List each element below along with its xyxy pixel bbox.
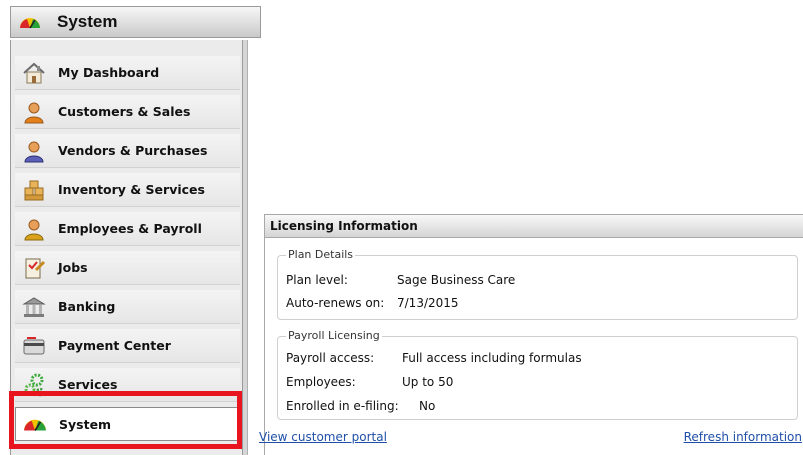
nav-item-employees-payroll[interactable]: Employees & Payroll bbox=[15, 212, 240, 246]
gears-icon bbox=[21, 372, 47, 398]
nav-item-label: Customers & Sales bbox=[58, 104, 191, 119]
nav-item-services[interactable]: Services bbox=[15, 368, 240, 402]
person-icon bbox=[21, 138, 47, 164]
licensing-panel: Licensing Information Plan Details Plan … bbox=[259, 214, 803, 455]
auto-renews-value: 7/13/2015 bbox=[397, 296, 459, 310]
nav-item-inventory-services[interactable]: Inventory & Services bbox=[15, 173, 240, 207]
bank-icon bbox=[21, 294, 47, 320]
payroll-licensing-group: Payroll Licensing Payroll access: Full a… bbox=[277, 329, 798, 420]
boxes-icon bbox=[21, 177, 47, 203]
payroll-access-row: Payroll access: Full access including fo… bbox=[286, 351, 582, 365]
nav-item-label: Payment Center bbox=[58, 338, 171, 353]
licensing-title: Licensing Information bbox=[270, 219, 418, 233]
plan-details-legend: Plan Details bbox=[286, 248, 356, 261]
employees-value: Up to 50 bbox=[402, 375, 454, 389]
plan-level-label: Plan level: bbox=[286, 273, 348, 287]
nav-item-label: Inventory & Services bbox=[58, 182, 205, 197]
nav-item-banking[interactable]: Banking bbox=[15, 290, 240, 324]
nav-item-label: Services bbox=[58, 377, 118, 392]
payroll-access-value: Full access including formulas bbox=[402, 351, 582, 365]
nav-item-label: Jobs bbox=[58, 260, 88, 275]
person-icon bbox=[21, 99, 47, 125]
nav-item-label: Banking bbox=[58, 299, 116, 314]
nav-item-label: Vendors & Purchases bbox=[58, 143, 208, 158]
nav-item-payment-center[interactable]: Payment Center bbox=[15, 329, 240, 363]
plan-details-group: Plan Details Plan level: Sage Business C… bbox=[277, 248, 798, 320]
auto-renews-row: Auto-renews on: 7/13/2015 bbox=[286, 296, 459, 310]
nav-item-label: My Dashboard bbox=[58, 65, 160, 80]
view-customer-portal-link[interactable]: View customer portal bbox=[259, 430, 387, 444]
e-filing-value: No bbox=[419, 399, 436, 413]
nav-item-label: System bbox=[59, 416, 112, 432]
employees-row: Employees: Up to 50 bbox=[286, 375, 453, 389]
gauge-icon bbox=[22, 411, 48, 437]
payroll-access-label: Payroll access: bbox=[286, 351, 375, 365]
refresh-information-link[interactable]: Refresh information bbox=[684, 430, 802, 444]
e-filing-label: Enrolled in e-filing: bbox=[286, 399, 399, 413]
clipboard-icon bbox=[21, 255, 47, 281]
licensing-header: Licensing Information bbox=[265, 214, 803, 238]
navigation-panel: My Dashboard Customers & Sales Vendors &… bbox=[10, 40, 243, 455]
nav-header-title: System bbox=[57, 12, 118, 31]
credit-card-icon bbox=[21, 333, 47, 359]
nav-item-my-dashboard[interactable]: My Dashboard bbox=[15, 56, 240, 90]
payroll-licensing-legend: Payroll Licensing bbox=[286, 329, 382, 342]
plan-level-row: Plan level: Sage Business Care bbox=[286, 273, 515, 287]
nav-item-customers-sales[interactable]: Customers & Sales bbox=[15, 95, 240, 129]
nav-item-vendors-purchases[interactable]: Vendors & Purchases bbox=[15, 134, 240, 168]
house-icon bbox=[21, 60, 47, 86]
e-filing-row: Enrolled in e-filing: No bbox=[286, 399, 435, 413]
employees-label: Employees: bbox=[286, 375, 356, 389]
panel-divider[interactable] bbox=[243, 40, 248, 455]
gauge-icon bbox=[20, 18, 40, 29]
nav-header: System bbox=[10, 6, 261, 38]
auto-renews-label: Auto-renews on: bbox=[286, 296, 385, 310]
nav-item-jobs[interactable]: Jobs bbox=[15, 251, 240, 285]
person-icon bbox=[21, 216, 47, 242]
nav-item-label: Employees & Payroll bbox=[58, 221, 202, 236]
nav-item-system[interactable]: System bbox=[15, 407, 240, 441]
plan-level-value: Sage Business Care bbox=[397, 273, 516, 287]
